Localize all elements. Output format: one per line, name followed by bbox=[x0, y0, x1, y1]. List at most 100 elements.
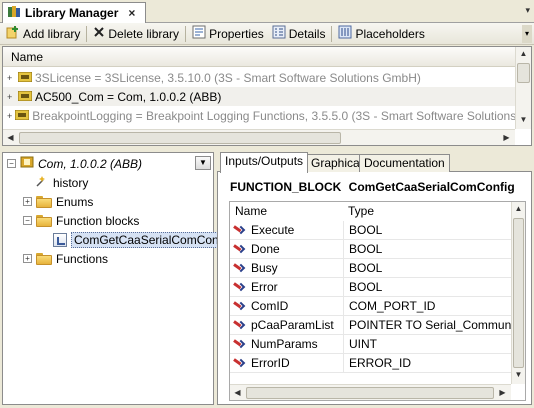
delete-library-button[interactable]: Delete library bbox=[89, 25, 183, 43]
table-row[interactable]: Busy BOOL bbox=[230, 258, 511, 278]
add-library-label: Add library bbox=[23, 26, 81, 41]
tab-inputs-outputs[interactable]: Inputs/Outputs bbox=[220, 152, 309, 173]
history-icon bbox=[35, 174, 49, 191]
output-variable-icon bbox=[233, 281, 246, 293]
output-variable-icon bbox=[233, 357, 246, 369]
toolbar-separator bbox=[331, 25, 333, 42]
input-variable-icon bbox=[233, 338, 246, 350]
expand-icon[interactable]: + bbox=[23, 254, 32, 263]
detail-panel: Inputs/Outputs Graphical Documentation F… bbox=[217, 152, 532, 405]
variable-type: BOOL bbox=[343, 239, 511, 259]
delete-library-label: Delete library bbox=[108, 26, 180, 41]
table-vertical-scrollbar[interactable]: ▲ ▼ bbox=[511, 202, 525, 384]
library-icon bbox=[17, 71, 33, 85]
table-row[interactable]: NumParams UINT bbox=[230, 334, 511, 354]
tree-root[interactable]: − Com, 1.0.0.2 (ABB) bbox=[7, 154, 142, 173]
tree-item-label: Functions bbox=[56, 251, 109, 266]
scroll-right-icon[interactable]: ▶ bbox=[499, 131, 514, 145]
variable-name: NumParams bbox=[251, 337, 318, 351]
chevron-down-icon[interactable]: ▾ bbox=[525, 5, 530, 16]
scrollbar-thumb[interactable] bbox=[246, 387, 494, 399]
folder-open-icon bbox=[36, 214, 52, 227]
library-icon bbox=[14, 109, 30, 123]
library-horizontal-scrollbar[interactable]: ◀ ▶ bbox=[3, 129, 515, 145]
library-row[interactable]: + 3SLicense = 3SLicense, 3.5.10.0 (3S - … bbox=[3, 68, 515, 87]
properties-label: Properties bbox=[209, 26, 264, 41]
add-library-icon bbox=[6, 25, 20, 42]
tree-item-enums[interactable]: + Enums bbox=[23, 192, 93, 211]
tree-item-functions[interactable]: + Functions bbox=[23, 249, 108, 268]
library-manager-tab[interactable]: Library Manager × bbox=[2, 2, 146, 23]
table-row[interactable]: ErrorID ERROR_ID bbox=[230, 353, 511, 373]
table-row[interactable]: ComID COM_PORT_ID bbox=[230, 296, 511, 316]
library-manager-tab-label: Library Manager bbox=[25, 6, 119, 20]
scroll-up-icon[interactable]: ▲ bbox=[512, 202, 525, 216]
scroll-up-icon[interactable]: ▲ bbox=[516, 47, 531, 61]
table-row[interactable]: pCaaParamList POINTER TO Serial_Communic… bbox=[230, 315, 511, 335]
library-row-label: 3SLicense = 3SLicense, 3.5.10.0 (3S - Sm… bbox=[35, 70, 421, 85]
add-library-button[interactable]: Add library bbox=[2, 25, 84, 43]
scrollbar-thumb[interactable] bbox=[513, 218, 524, 368]
details-icon bbox=[272, 25, 286, 42]
library-row-label: AC500_Com = Com, 1.0.0.2 (ABB) bbox=[35, 89, 222, 104]
variable-type: ERROR_ID bbox=[343, 353, 511, 373]
tree-item-history[interactable]: history bbox=[35, 173, 88, 192]
folder-icon bbox=[36, 195, 52, 208]
variable-type: POINTER TO Serial_Communica bbox=[343, 315, 511, 335]
library-vertical-scrollbar[interactable]: ▲ ▼ bbox=[515, 47, 531, 129]
scroll-left-icon[interactable]: ◀ bbox=[230, 386, 245, 400]
expand-icon[interactable]: + bbox=[7, 111, 12, 121]
placeholders-button[interactable]: Placeholders bbox=[334, 25, 428, 43]
column-header-name[interactable]: Name bbox=[230, 202, 343, 221]
column-header-type[interactable]: Type bbox=[343, 202, 511, 221]
library-row[interactable]: + AC500_Com = Com, 1.0.0.2 (ABB) bbox=[3, 87, 515, 106]
properties-button[interactable]: Properties bbox=[188, 25, 268, 43]
details-label: Details bbox=[288, 26, 326, 41]
tab-documentation[interactable]: Documentation bbox=[359, 154, 450, 172]
toolbar-overflow-button[interactable]: ▾ bbox=[522, 25, 532, 43]
tree-dropdown-button[interactable]: ▼ bbox=[195, 156, 211, 170]
tree-item-comgetcaaserialcomconfig[interactable]: ComGetCaaSerialComConfig bbox=[53, 230, 235, 249]
inputs-outputs-view: FUNCTION_BLOCK ComGetCaaSerialComConfig … bbox=[217, 172, 532, 405]
table-row[interactable]: Execute BOOL bbox=[230, 220, 511, 240]
table-row[interactable]: Error BOOL bbox=[230, 277, 511, 297]
scrollbar-thumb[interactable] bbox=[517, 63, 530, 83]
variable-name: Done bbox=[251, 242, 280, 256]
scroll-left-icon[interactable]: ◀ bbox=[3, 131, 18, 145]
tree-item-function-blocks[interactable]: − Function blocks bbox=[23, 211, 139, 230]
library-icon bbox=[17, 90, 33, 104]
column-header-name[interactable]: Name bbox=[3, 47, 531, 67]
collapse-icon[interactable]: − bbox=[7, 159, 16, 168]
expand-icon[interactable]: + bbox=[7, 92, 15, 102]
variable-type: BOOL bbox=[343, 277, 511, 297]
toolbar-separator bbox=[185, 25, 187, 42]
details-button[interactable]: Details bbox=[268, 25, 330, 43]
tree-item-label: Enums bbox=[56, 194, 94, 209]
table-horizontal-scrollbar[interactable]: ◀ ▶ bbox=[230, 384, 511, 400]
expand-icon[interactable]: + bbox=[7, 73, 15, 83]
variable-table: Name Type Execute BOOL Done BOOL Busy BO… bbox=[229, 201, 526, 401]
variable-type: COM_PORT_ID bbox=[343, 296, 511, 316]
properties-icon bbox=[192, 25, 206, 42]
variable-name: Execute bbox=[251, 223, 295, 237]
output-variable-icon bbox=[233, 262, 246, 274]
scroll-down-icon[interactable]: ▼ bbox=[512, 368, 525, 382]
collapse-icon[interactable]: − bbox=[23, 216, 32, 225]
library-row-label: BreakpointLogging = Breakpoint Logging F… bbox=[32, 108, 515, 123]
close-icon[interactable]: × bbox=[128, 6, 135, 20]
variable-name: Error bbox=[251, 280, 278, 294]
scrollbar-thumb[interactable] bbox=[19, 132, 341, 144]
variable-type: BOOL bbox=[343, 258, 511, 278]
library-manager-icon bbox=[7, 5, 21, 22]
tree-root-label: Com, 1.0.0.2 (ABB) bbox=[38, 156, 143, 171]
library-content-tree: − Com, 1.0.0.2 (ABB) ▼ history + Enums −… bbox=[2, 152, 235, 405]
function-block-header: FUNCTION_BLOCK ComGetCaaSerialComConfig bbox=[230, 180, 515, 194]
variable-type: BOOL bbox=[343, 220, 511, 240]
scroll-right-icon[interactable]: ▶ bbox=[495, 386, 510, 400]
input-variable-icon bbox=[233, 319, 246, 331]
table-row[interactable]: Done BOOL bbox=[230, 239, 511, 259]
function-block-icon bbox=[53, 232, 67, 247]
scroll-down-icon[interactable]: ▼ bbox=[516, 113, 531, 127]
expand-icon[interactable]: + bbox=[23, 197, 32, 206]
library-row[interactable]: + BreakpointLogging = Breakpoint Logging… bbox=[3, 106, 515, 125]
